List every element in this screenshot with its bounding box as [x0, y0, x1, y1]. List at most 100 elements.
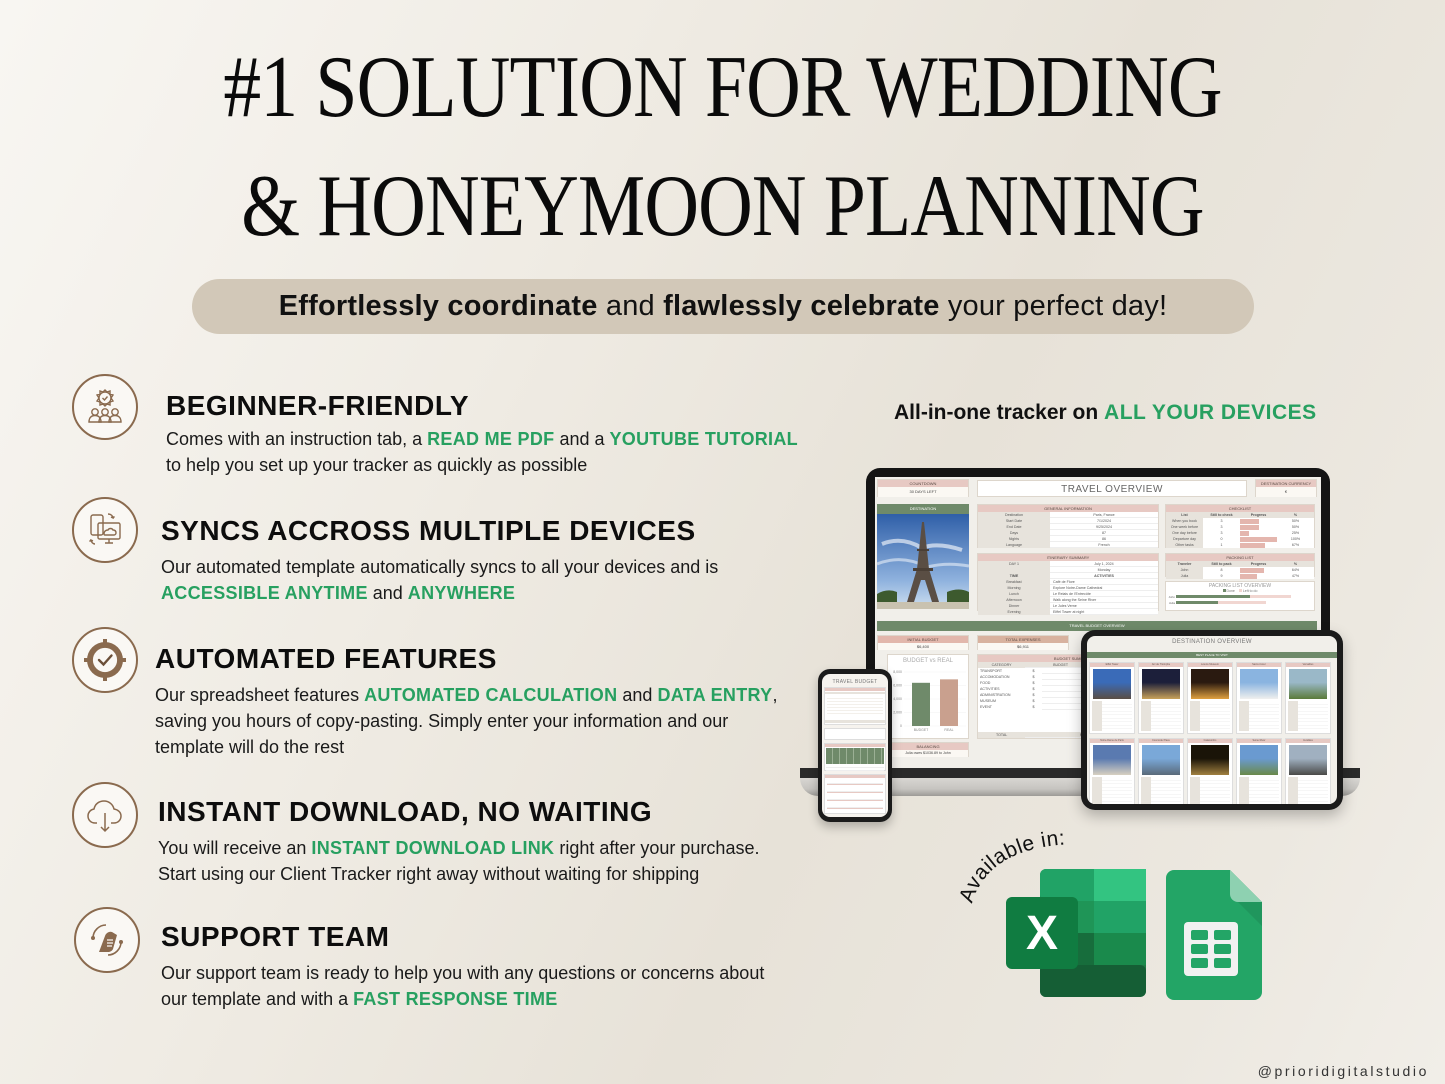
feature-line-2: our template and with a FAST RESPONSE TI… — [161, 986, 558, 1012]
table-cell: French — [1050, 542, 1158, 548]
highlight-fast-response-time: FAST RESPONSE TIME — [353, 989, 558, 1009]
destination-card-title: Eiffel Tower — [1090, 663, 1134, 667]
x-tick-label: BUDGET — [914, 728, 929, 732]
category-cell: EVENT — [978, 704, 1026, 710]
destination-card-title: Louvre Museum — [1188, 663, 1232, 667]
legend-left: Left to do — [1242, 589, 1258, 593]
feature-syncs-devices: SYNCS ACCROSS MULTIPLE DEVICES Our autom… — [0, 495, 800, 610]
y-tick-label: 2,000 — [893, 711, 902, 715]
cloud-download-icon — [72, 782, 138, 848]
phone-dates-box — [824, 728, 886, 740]
packing-bar-label: John — [1168, 594, 1175, 599]
packing-list-header: PACKING LIST — [1166, 554, 1314, 561]
budget-vs-real-chart: BUDGET vs REAL 8,000 6,000 4,000 2,000 0 BUDG… — [887, 654, 969, 739]
text: Comes with an instruction tab, a — [166, 429, 428, 449]
bar-budget — [912, 682, 930, 726]
checklist-table: CHECKLIST List Still to check Progress% Whe… — [1165, 504, 1315, 548]
countdown-box: COUNTDOWN 30 DAYS LEFT — [877, 479, 969, 497]
table-row: Julia 9 47% — [1166, 573, 1314, 579]
destination-card-title: Invalides — [1286, 739, 1330, 743]
destination-card: Seine River — [1236, 738, 1282, 804]
total-label: TOTAL — [978, 732, 1026, 738]
highlight-instant-download-link: INSTANT DOWNLOAD LINK — [311, 838, 555, 858]
initial-budget-box: INITIAL BUDGET $6,400 — [877, 635, 969, 650]
destination-card-title: Catacombs — [1188, 739, 1232, 743]
destination-info — [1092, 701, 1132, 731]
general-info-header: GENERAL INFORMATION — [978, 505, 1158, 512]
destination-photo — [1289, 669, 1327, 699]
legend-done: Done — [1226, 589, 1235, 593]
destination-info — [1288, 701, 1328, 731]
feature-line-2: ACCESSIBLE ANYTIME and ANYWHERE — [161, 580, 515, 606]
destination-photo — [1093, 745, 1131, 775]
destination-photo — [1240, 669, 1278, 699]
destination-label: DESTINATION — [877, 504, 969, 514]
destination-photo — [1093, 669, 1131, 699]
progress-fill — [1240, 518, 1259, 524]
progress-bar — [1240, 573, 1277, 579]
destination-photo — [1191, 745, 1229, 775]
phone-title: TRAVEL BUDGET — [832, 679, 878, 685]
text: You will receive an — [158, 838, 312, 858]
table-cell: 47% — [1277, 573, 1314, 579]
feature-line-1: Our spreadsheet features AUTOMATED CALCU… — [155, 682, 777, 708]
brand-handle: @prioridigitalstudio — [1257, 1063, 1429, 1079]
y-tick-label: 0 — [900, 724, 902, 728]
text: right after your purchase. — [554, 838, 760, 858]
countdown-label: COUNTDOWN — [878, 480, 968, 487]
subtitle-text-4: your perfect day! — [939, 290, 1168, 322]
destination-card: Arc de Triomphe — [1138, 662, 1184, 734]
currency-cell: $ — [1025, 704, 1042, 710]
tablet-destination-sheet: DESTINATION OVERVIEW BEST PLACE TO VISIT… — [1087, 636, 1337, 804]
total-expenses-box: TOTAL EXPENSES $6,911 — [977, 635, 1069, 650]
table-row: Language French — [978, 542, 1158, 548]
table-cell: 9 — [1203, 573, 1240, 579]
highlight-automated-calculation: AUTOMATED CALCULATION — [364, 685, 618, 705]
budget-summary-table: BUDGET SUMMARY CATEGORY BUDGET TRANSPORT $… — [977, 654, 1097, 739]
table-cell: Julia — [1166, 573, 1203, 579]
feature-line-1: Our support team is ready to help you wi… — [161, 963, 765, 983]
highlight-read-me-pdf: READ ME PDF — [427, 429, 555, 449]
balancing-label: BALANCING — [888, 743, 968, 750]
destination-info — [1141, 701, 1181, 731]
feature-line-3: template will do the rest — [155, 737, 345, 757]
y-tick-label: 4,000 — [893, 697, 902, 701]
feature-instant-download: INSTANT DOWNLOAD, NO WAITING You will re… — [0, 780, 800, 890]
progress-fill — [1240, 567, 1264, 573]
destination-info — [1288, 777, 1328, 804]
itinerary-header: ITINERARY SUMMARY — [978, 554, 1158, 561]
feature-title: INSTANT DOWNLOAD, NO WAITING — [158, 796, 653, 827]
destination-card-title: Versailles — [1286, 663, 1330, 667]
budget-summary-header: BUDGET SUMMARY — [978, 655, 1096, 662]
destination-photo — [1142, 745, 1180, 775]
feature-automated: AUTOMATED FEATURES Our spreadsheet featu… — [0, 625, 800, 765]
highlight-accessible-anytime: ACCESSIBLE ANYTIME — [161, 583, 368, 603]
destination-card: Catacombs — [1187, 738, 1233, 804]
y-tick-label: 8,000 — [893, 670, 902, 674]
devices-sync-icon — [72, 497, 138, 563]
destination-card-title: Notre-Dame de Paris — [1090, 739, 1134, 743]
caption-prefix: All-in-one tracker on — [894, 401, 1105, 424]
destination-photo — [1289, 745, 1327, 775]
team-badge-icon — [72, 374, 138, 440]
checklist-header: CHECKLIST — [1166, 505, 1314, 512]
progress-fill — [1240, 573, 1258, 579]
total-expenses-value: $6,911 — [978, 643, 1068, 650]
tablet-title: DESTINATION OVERVIEW — [1172, 639, 1252, 645]
packing-bar-track — [1176, 601, 1266, 604]
destination-card-title: Seine River — [1237, 739, 1281, 743]
feature-title: BEGINNER-FRIENDLY — [166, 390, 470, 421]
packing-bar-row: Julia — [1166, 600, 1314, 605]
feature-support-team: SUPPORT TEAM Our support team is ready t… — [0, 905, 800, 1015]
feature-line-1: Comes with an instruction tab, a READ ME… — [166, 426, 798, 452]
page-title-line-2: & HONEYMOON PLANNING — [241, 158, 1204, 255]
destination-card-title: Sacré-Cœur — [1237, 663, 1281, 667]
sheet-title: TRAVEL OVERVIEW — [977, 480, 1247, 497]
devices-caption: All-in-one tracker on ALL YOUR DEVICES — [894, 401, 1317, 425]
table-cell: Eiffel Tower at night — [1050, 609, 1158, 615]
highlight-youtube-tutorial: YOUTUBE TUTORIAL — [609, 429, 798, 449]
destination-card: Notre-Dame de Paris — [1089, 738, 1135, 804]
table-row: Other tasks 1 67% — [1166, 542, 1314, 548]
subtitle-bold-1: Effortlessly coordinate — [278, 290, 598, 322]
progress-fill — [1240, 542, 1265, 548]
